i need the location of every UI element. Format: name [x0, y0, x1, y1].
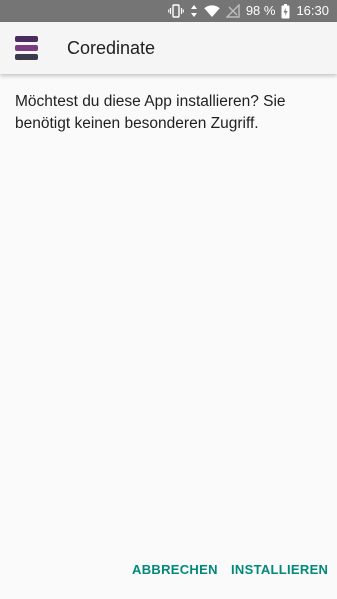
app-bar: Coredinate [0, 22, 337, 74]
vibrate-icon [167, 4, 184, 18]
coredinate-logo-icon [15, 36, 38, 60]
status-icons: 98 % 16:30 [162, 0, 329, 22]
logo-bar-middle [15, 45, 38, 51]
app-title: Coredinate [67, 38, 156, 58]
battery-icon [281, 3, 290, 19]
data-arrows-icon [190, 4, 198, 18]
clock: 16:30 [296, 3, 329, 18]
cancel-button[interactable]: ABBRECHEN [132, 555, 218, 585]
no-signal-icon [225, 4, 240, 18]
install-button[interactable]: INSTALLIEREN [231, 555, 328, 585]
status-bar: 98 % 16:30 [0, 0, 337, 22]
install-message: Möchtest du diese App installieren? Sie … [15, 93, 286, 132]
battery-percent: 98 % [245, 3, 276, 18]
screen: 98 % 16:30 Coredinate Möchtest du diese … [0, 0, 337, 599]
logo-bar-bottom [15, 54, 38, 60]
wifi-icon [204, 4, 220, 18]
logo-bar-top [15, 36, 38, 42]
